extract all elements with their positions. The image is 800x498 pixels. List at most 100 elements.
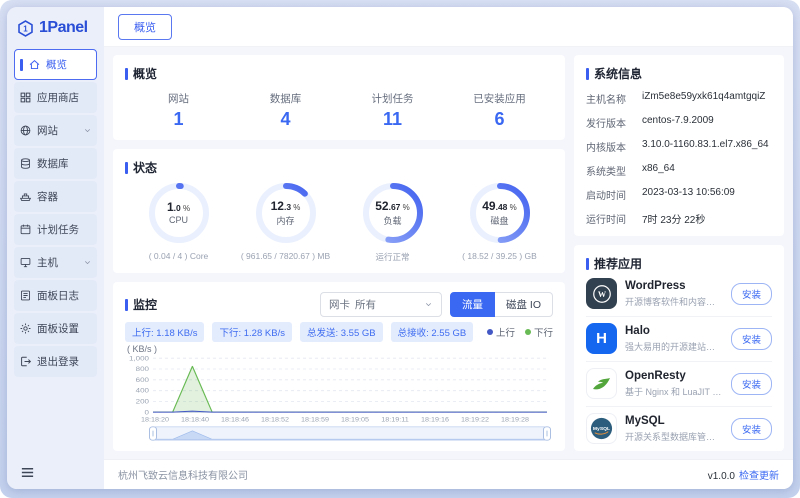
overview-stat: 计划任务 11 bbox=[339, 91, 446, 130]
sidebar-item-label: 应用商店 bbox=[37, 90, 79, 105]
sidebar-item-label: 面板日志 bbox=[37, 288, 79, 303]
recommended-apps-title: 推荐应用 bbox=[586, 255, 772, 272]
panel-app: 1 1Panel 概览应用商店网站数据库容器计划任务主机面板日志面板设置退出登录… bbox=[7, 7, 793, 489]
sidebar-item-label: 数据库 bbox=[37, 156, 69, 171]
stat-value-link[interactable]: 6 bbox=[446, 109, 553, 130]
svg-text:18:19:22: 18:19:22 bbox=[461, 417, 489, 423]
gauge-value: 49.48 % bbox=[482, 200, 517, 212]
app-item-mysql: MySQL MySQL 开源关系型数据库管理系统 安装 bbox=[586, 407, 772, 451]
database-icon bbox=[19, 157, 32, 170]
system-info-value: 7时 23分 22秒 bbox=[642, 211, 705, 226]
footer: 杭州飞致云信息科技有限公司 v1.0.0检查更新 bbox=[104, 459, 793, 489]
status-card: 状态 1.0 % CPU ( 0.04 / 4 ) Core 12.3 % 内存 bbox=[113, 149, 565, 273]
stat-label: 数据库 bbox=[232, 91, 339, 106]
topbar: 概览 bbox=[104, 7, 793, 47]
wordpress-logo: W bbox=[586, 278, 617, 309]
install-button[interactable]: 安装 bbox=[731, 418, 772, 440]
status-gauges: 1.0 % CPU ( 0.04 / 4 ) Core 12.3 % 内存 ( … bbox=[125, 181, 553, 263]
gauge-caption: ( 18.52 / 39.25 ) GB bbox=[462, 251, 537, 261]
halo-logo: H bbox=[586, 323, 617, 354]
svg-text:200: 200 bbox=[136, 397, 149, 405]
legend-dot bbox=[525, 329, 531, 335]
overview-stat: 已安装应用 6 bbox=[446, 91, 553, 130]
svg-text:0: 0 bbox=[145, 408, 149, 416]
overview-title: 概览 bbox=[125, 65, 553, 82]
monitor-mode-switch: 流量 磁盘 IO bbox=[450, 292, 553, 317]
system-info-value: x86_64 bbox=[642, 163, 675, 178]
system-info-rows: 主机名称 iZm5e8e59yxk61q4amtgqiZ 发行版本 centos-… bbox=[586, 91, 772, 226]
app-description: 开源博客软件和内容管理系统 bbox=[625, 295, 723, 308]
stat-value-link[interactable]: 4 bbox=[232, 109, 339, 130]
app-list: W WordPress 开源博客软件和内容管理系统 安装H Halo 强大易用的… bbox=[586, 272, 772, 451]
sidebar-bottom bbox=[7, 455, 104, 489]
network-select-value: 所有 bbox=[355, 297, 376, 312]
traffic-button[interactable]: 流量 bbox=[450, 292, 495, 317]
app-item-halo: H Halo 强大易用的开源建站工具 安装 bbox=[586, 317, 772, 362]
active-indicator bbox=[20, 59, 23, 71]
gauge-value: 52.67 % bbox=[375, 200, 410, 212]
chart-legend: 上行下行 bbox=[487, 325, 553, 339]
chart-zoom-slider[interactable] bbox=[125, 426, 553, 441]
recommended-apps-card: 推荐应用 W WordPress 开源博客软件和内容管理系统 安装H Halo … bbox=[574, 245, 784, 451]
legend-item-上行[interactable]: 上行 bbox=[487, 325, 515, 339]
overview-stats: 网站 1数据库 4计划任务 11已安装应用 6 bbox=[125, 91, 553, 130]
title-bar-icon bbox=[125, 299, 128, 311]
system-info-row: 内核版本 3.10.0-1160.83.1.el7.x86_64 bbox=[586, 139, 772, 154]
system-info-row: 发行版本 centos-7.9.2009 bbox=[586, 115, 772, 130]
disk-io-button[interactable]: 磁盘 IO bbox=[495, 292, 553, 317]
logo-text: 1Panel bbox=[39, 19, 88, 37]
install-button[interactable]: 安装 bbox=[731, 373, 772, 395]
sidebar-item-container[interactable]: 容器 bbox=[14, 181, 97, 212]
tab-overview[interactable]: 概览 bbox=[118, 14, 172, 40]
sidebar-item-website[interactable]: 网站 bbox=[14, 115, 97, 146]
gauge-label: 内存 bbox=[276, 214, 294, 227]
stat-label: 计划任务 bbox=[339, 91, 446, 106]
system-info-card: 系统信息 主机名称 iZm5e8e59yxk61q4amtgqiZ 发行版本 ce… bbox=[574, 55, 784, 236]
main-area: 概览 概览 网站 1数据库 4计划任务 11已安装应用 6 bbox=[104, 7, 793, 489]
system-info-row: 主机名称 iZm5e8e59yxk61q4amtgqiZ bbox=[586, 91, 772, 106]
gauge-caption: 运行正常 bbox=[375, 251, 409, 263]
app-name: Halo bbox=[625, 325, 723, 337]
system-info-title: 系统信息 bbox=[586, 65, 772, 82]
stat-label: 网站 bbox=[125, 91, 232, 106]
stat-value-link[interactable]: 1 bbox=[125, 109, 232, 130]
sidebar: 1 1Panel 概览应用商店网站数据库容器计划任务主机面板日志面板设置退出登录 bbox=[7, 7, 104, 489]
sidebar-item-panel-settings[interactable]: 面板设置 bbox=[14, 313, 97, 344]
system-info-value: iZm5e8e59yxk61q4amtgqiZ bbox=[642, 91, 765, 106]
title-bar-icon bbox=[586, 68, 589, 80]
legend-item-下行[interactable]: 下行 bbox=[525, 325, 553, 339]
svg-text:18:18:40: 18:18:40 bbox=[181, 417, 209, 423]
collapse-sidebar-button[interactable] bbox=[20, 465, 35, 480]
install-button[interactable]: 安装 bbox=[731, 328, 772, 350]
sidebar-item-panel-logs[interactable]: 面板日志 bbox=[14, 280, 97, 311]
traffic-tags: 上行: 1.18 KB/s下行: 1.28 KB/s总发送: 3.55 GB总接… bbox=[125, 322, 473, 342]
svg-text:18:18:20: 18:18:20 bbox=[141, 417, 169, 423]
sidebar-item-app-store[interactable]: 应用商店 bbox=[14, 82, 97, 113]
traffic-chart: 1,000800600400200018:18:2018:18:4018:18:… bbox=[125, 354, 553, 424]
traffic-tag: 上行: 1.18 KB/s bbox=[125, 322, 204, 342]
system-info-label: 启动时间 bbox=[586, 187, 642, 202]
sidebar-item-label: 计划任务 bbox=[37, 222, 79, 237]
app-name: MySQL bbox=[625, 415, 723, 427]
status-gauge: 49.48 % 磁盘 ( 18.52 / 39.25 ) GB bbox=[446, 181, 553, 263]
sidebar-item-database[interactable]: 数据库 bbox=[14, 148, 97, 179]
sidebar-item-logout[interactable]: 退出登录 bbox=[14, 346, 97, 377]
network-select[interactable]: 网卡 所有 bbox=[320, 292, 442, 317]
traffic-tag: 总发送: 3.55 GB bbox=[300, 322, 383, 342]
check-update-link[interactable]: 检查更新 bbox=[739, 471, 779, 482]
sidebar-item-overview[interactable]: 概览 bbox=[14, 49, 97, 80]
install-button[interactable]: 安装 bbox=[731, 283, 772, 305]
home-icon bbox=[28, 58, 41, 71]
system-info-label: 系统类型 bbox=[586, 163, 642, 178]
content: 概览 网站 1数据库 4计划任务 11已安装应用 6 状态 bbox=[104, 47, 793, 459]
sidebar-item-host[interactable]: 主机 bbox=[14, 247, 97, 278]
monitor-title: 监控 bbox=[125, 296, 157, 313]
system-info-label: 发行版本 bbox=[586, 115, 642, 130]
sidebar-item-cron-jobs[interactable]: 计划任务 bbox=[14, 214, 97, 245]
app-logo[interactable]: 1 1Panel bbox=[7, 7, 104, 49]
logs-icon bbox=[19, 289, 32, 302]
title-bar-icon bbox=[125, 162, 128, 174]
stat-value-link[interactable]: 11 bbox=[339, 109, 446, 130]
svg-text:W: W bbox=[597, 290, 606, 299]
gauge-value: 12.3 % bbox=[271, 200, 301, 212]
